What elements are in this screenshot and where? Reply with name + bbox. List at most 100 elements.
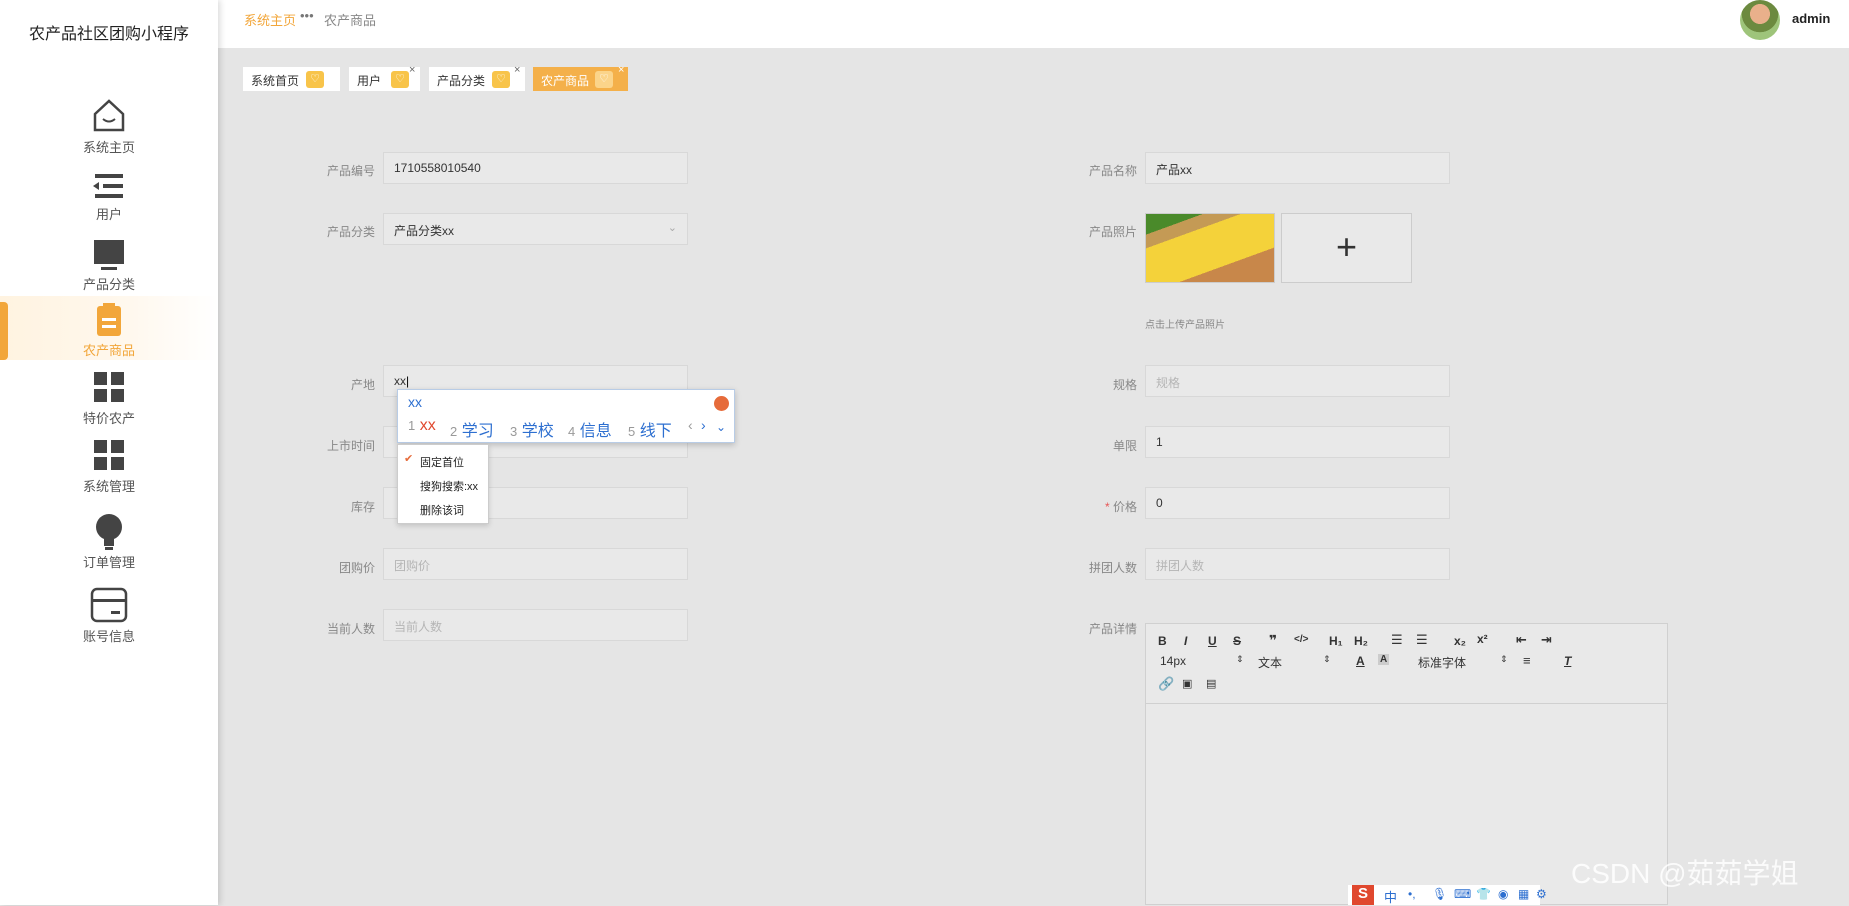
ime-candidate[interactable]: 5 线下 bbox=[628, 417, 672, 441]
ime-next-icon[interactable]: › bbox=[701, 417, 706, 433]
text-type-value: 文本 bbox=[1258, 656, 1283, 670]
tab-label: 产品分类 bbox=[437, 74, 486, 88]
sidebar-item-products[interactable]: 农产商品 bbox=[0, 296, 218, 360]
sidebar-item-label: 特价农产 bbox=[82, 411, 135, 426]
video-icon[interactable]: ▤ bbox=[1206, 677, 1216, 690]
link-icon[interactable]: 🔗 bbox=[1158, 676, 1174, 692]
image-icon[interactable]: ▣ bbox=[1182, 677, 1192, 690]
bold-button[interactable]: B bbox=[1158, 634, 1167, 648]
superscript-button[interactable]: x² bbox=[1477, 632, 1488, 646]
ime-expand-icon[interactable]: ⌄ bbox=[716, 420, 726, 434]
ime-candidate[interactable]: 1 xx bbox=[408, 417, 436, 435]
settings-icon[interactable]: ⚙ bbox=[1536, 887, 1547, 901]
menu-item-pin[interactable]: 固定首位 bbox=[420, 454, 464, 470]
limit-input[interactable]: 1 bbox=[1145, 426, 1450, 458]
ime-mode-toggle[interactable]: 中 bbox=[1384, 887, 1397, 906]
align-button[interactable]: ≡ bbox=[1523, 653, 1531, 668]
text-type-select[interactable]: 文本 ⇕ bbox=[1258, 654, 1331, 671]
apps-icon[interactable]: ▦ bbox=[1518, 887, 1529, 901]
list-icon bbox=[93, 174, 123, 198]
tab-home[interactable]: 系统首页 ♡ bbox=[243, 67, 340, 91]
ime-context-menu: ✔ 固定首位 搜狗搜索:xx 删除该词 bbox=[397, 444, 489, 524]
sidebar-item-label: 账号信息 bbox=[82, 629, 135, 644]
check-icon: ✔ bbox=[404, 453, 414, 465]
sidebar: 农产品社区团购小程序 系统主页 用户 产品分类 农产商品 特价农产 系统管理 订… bbox=[0, 0, 218, 905]
stock-label: 库存 bbox=[350, 500, 375, 514]
ime-candidate-popup: xx 1 xx 2 学习 3 学校 4 信息 5 线下 ‹ › ⌄ bbox=[397, 389, 735, 443]
required-mark: * bbox=[1104, 500, 1110, 514]
tab-products[interactable]: 农产商品 ♡ × bbox=[533, 64, 628, 91]
product-name-input[interactable]: 产品xx bbox=[1145, 152, 1450, 184]
tab-icon: ♡ bbox=[595, 71, 613, 88]
outdent-button[interactable]: ⇤ bbox=[1516, 632, 1527, 648]
plus-icon: + bbox=[1335, 226, 1358, 267]
product-photo[interactable] bbox=[1145, 213, 1275, 283]
sidebar-item-special[interactable]: 特价农产 bbox=[0, 370, 218, 436]
group-price-input[interactable]: 团购价 bbox=[383, 548, 688, 580]
sidebar-item-category[interactable]: 产品分类 bbox=[0, 238, 218, 304]
category-select[interactable]: 产品分类xx ⌄ bbox=[383, 213, 688, 245]
font-family-select[interactable]: 标准字体 ⇕ bbox=[1418, 654, 1508, 671]
robot-icon[interactable]: ◉ bbox=[1498, 887, 1508, 901]
product-no-label: 产品编号 bbox=[326, 164, 375, 178]
underline-button[interactable]: U bbox=[1208, 634, 1217, 648]
sidebar-item-orders[interactable]: 订单管理 bbox=[0, 512, 218, 578]
tab-label: 系统首页 bbox=[251, 74, 300, 88]
breadcrumb-separator: ••• bbox=[300, 8, 314, 23]
indent-button[interactable]: ⇥ bbox=[1541, 632, 1552, 648]
quote-button[interactable]: ❞ bbox=[1269, 632, 1277, 649]
spec-label: 规格 bbox=[1112, 378, 1137, 392]
code-button[interactable]: </> bbox=[1294, 634, 1308, 645]
breadcrumb-home[interactable]: 系统主页 bbox=[244, 10, 296, 29]
skin-icon[interactable]: 👕 bbox=[1476, 887, 1491, 901]
upload-button[interactable]: + bbox=[1281, 213, 1412, 283]
sidebar-item-home[interactable]: 系统主页 bbox=[0, 95, 218, 161]
avatar[interactable] bbox=[1740, 0, 1780, 40]
tab-users[interactable]: 用户 ♡ × bbox=[349, 64, 420, 91]
sidebar-item-label: 订单管理 bbox=[82, 555, 135, 570]
microphone-icon[interactable]: 🎙 bbox=[1432, 887, 1447, 901]
close-icon[interactable]: × bbox=[409, 64, 415, 76]
tab-category[interactable]: 产品分类 ♡ × bbox=[429, 64, 525, 91]
bullet-list-button[interactable]: ☰ bbox=[1416, 632, 1428, 648]
ime-candidate[interactable]: 3 学校 bbox=[510, 417, 554, 441]
current-count-input[interactable]: 当前人数 bbox=[383, 609, 688, 641]
menu-item-search[interactable]: 搜狗搜索:xx bbox=[420, 478, 478, 494]
italic-button[interactable]: I bbox=[1184, 634, 1187, 648]
menu-item-delete[interactable]: 删除该词 bbox=[420, 502, 464, 518]
close-icon[interactable]: × bbox=[618, 64, 624, 76]
sidebar-item-account[interactable]: 账号信息 bbox=[0, 586, 218, 652]
spec-input[interactable]: 规格 bbox=[1145, 365, 1450, 397]
punctuation-icon[interactable]: •, bbox=[1408, 887, 1416, 901]
font-size-select[interactable]: 14px ⇕ bbox=[1160, 654, 1244, 668]
chevron-down-icon: ⌄ bbox=[667, 222, 677, 234]
ime-candidate[interactable]: 2 学习 bbox=[450, 417, 494, 441]
ordered-list-button[interactable]: ☰ bbox=[1391, 632, 1403, 648]
h2-button[interactable]: H₂ bbox=[1354, 634, 1368, 648]
strike-button[interactable]: S bbox=[1233, 634, 1241, 648]
grid-icon bbox=[94, 440, 124, 470]
background-color-button[interactable]: A bbox=[1378, 654, 1390, 665]
font-color-button[interactable]: A bbox=[1356, 654, 1365, 668]
clear-format-button[interactable]: T bbox=[1564, 654, 1571, 668]
price-label-text: 价格 bbox=[1112, 500, 1137, 514]
upload-hint: 点击上传产品照片 bbox=[1145, 320, 1225, 331]
close-icon[interactable]: × bbox=[514, 64, 520, 76]
sidebar-item-users[interactable]: 用户 bbox=[0, 170, 218, 236]
price-input[interactable]: 0 bbox=[1145, 487, 1450, 519]
breadcrumb-current: 农产商品 bbox=[324, 13, 377, 28]
chevron-updown-icon: ⇕ bbox=[1323, 654, 1331, 664]
h1-button[interactable]: H₁ bbox=[1329, 634, 1343, 648]
ime-prev-icon[interactable]: ‹ bbox=[688, 417, 693, 433]
tab-icon: ♡ bbox=[391, 71, 409, 88]
username[interactable]: admin bbox=[1792, 11, 1830, 26]
sidebar-item-label: 系统管理 bbox=[82, 479, 135, 494]
group-size-input[interactable]: 拼团人数 bbox=[1145, 548, 1450, 580]
ime-candidate[interactable]: 4 信息 bbox=[568, 417, 612, 441]
subscript-button[interactable]: x₂ bbox=[1454, 634, 1466, 648]
product-no-input[interactable]: 1710558010540 bbox=[383, 152, 688, 184]
current-count-label: 当前人数 bbox=[326, 622, 375, 636]
font-family-value: 标准字体 bbox=[1418, 656, 1467, 670]
keyboard-icon[interactable]: ⌨ bbox=[1454, 887, 1471, 901]
sidebar-item-system[interactable]: 系统管理 bbox=[0, 438, 218, 504]
